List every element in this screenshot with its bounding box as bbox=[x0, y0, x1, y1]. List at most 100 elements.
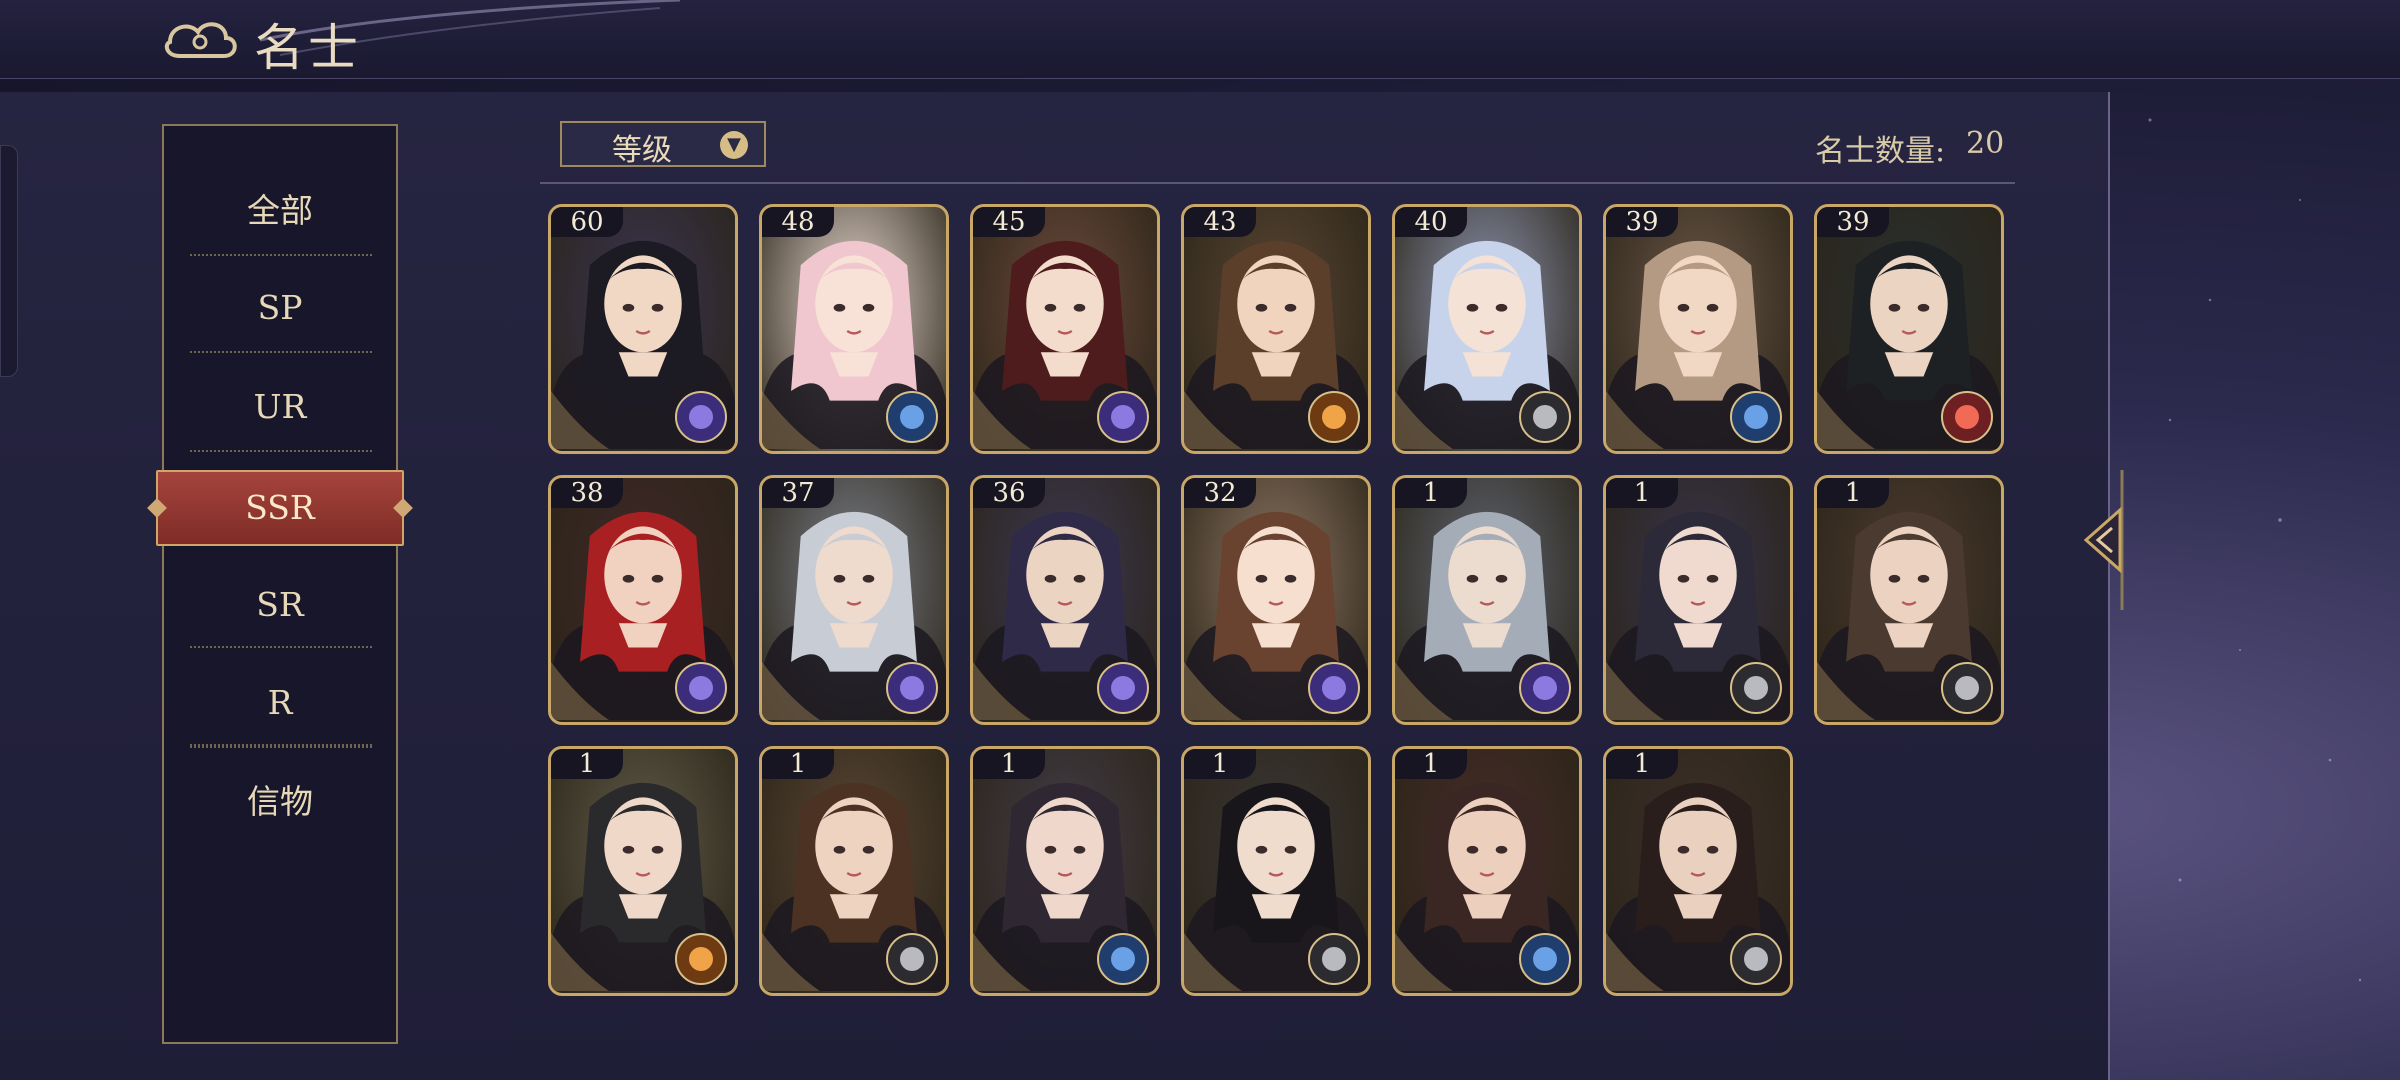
badge-core bbox=[1533, 676, 1557, 700]
divider bbox=[190, 450, 372, 452]
level-label: 1 bbox=[551, 749, 623, 779]
level-label: 40 bbox=[1395, 207, 1467, 237]
level-label: 1 bbox=[1184, 749, 1256, 779]
level-label: 1 bbox=[1395, 478, 1467, 508]
badge-core bbox=[1322, 947, 1346, 971]
badge-core bbox=[1744, 676, 1768, 700]
level-label: 45 bbox=[973, 207, 1045, 237]
character-card[interactable]: 60 bbox=[548, 204, 738, 454]
character-card[interactable]: 39 bbox=[1814, 204, 2004, 454]
side-arrow-icon[interactable] bbox=[2076, 470, 2136, 610]
divider bbox=[190, 351, 372, 353]
hero-count-label: 名士数量: bbox=[1815, 134, 1946, 169]
badge-core bbox=[1111, 405, 1135, 429]
page-title: 名士 bbox=[254, 19, 362, 77]
character-card[interactable]: 38 bbox=[548, 475, 738, 725]
grey-compass-icon bbox=[1730, 662, 1782, 714]
character-card[interactable]: 1 bbox=[1392, 475, 1582, 725]
sort-dropdown[interactable]: 等级 ▼ bbox=[560, 121, 766, 168]
blue-globe-icon bbox=[886, 391, 938, 443]
grey-compass-icon bbox=[1941, 662, 1993, 714]
level-label: 43 bbox=[1184, 207, 1256, 237]
left-edge-tab[interactable] bbox=[0, 145, 18, 377]
level-label: 39 bbox=[1817, 207, 1889, 237]
level-label: 39 bbox=[1606, 207, 1678, 237]
category-sidebar: 全部 SP UR SR R 信物 bbox=[162, 124, 398, 1044]
level-label: 1 bbox=[1606, 478, 1678, 508]
purple-globe-icon bbox=[1097, 662, 1149, 714]
character-card[interactable]: 1 bbox=[1603, 475, 1793, 725]
category-ssr[interactable]: SSR bbox=[156, 470, 404, 546]
purple-globe-icon bbox=[1519, 662, 1571, 714]
grey-compass-icon bbox=[1519, 391, 1571, 443]
badge-core bbox=[900, 676, 924, 700]
badge-core bbox=[689, 947, 713, 971]
divider bbox=[190, 254, 372, 256]
purple-globe-icon bbox=[886, 662, 938, 714]
level-label: 36 bbox=[973, 478, 1045, 508]
blue-globe-icon bbox=[1097, 933, 1149, 985]
chevron-down-icon: ▼ bbox=[720, 131, 748, 159]
badge-core bbox=[900, 947, 924, 971]
level-label: 1 bbox=[973, 749, 1045, 779]
badge-core bbox=[1533, 405, 1557, 429]
level-label: 1 bbox=[1817, 478, 1889, 508]
grey-compass-icon bbox=[1308, 933, 1360, 985]
badge-core bbox=[1955, 676, 1979, 700]
character-card[interactable]: 36 bbox=[970, 475, 1160, 725]
header-rule bbox=[540, 182, 2015, 184]
orange-globe-icon bbox=[675, 933, 727, 985]
purple-globe-icon bbox=[1097, 391, 1149, 443]
blue-globe-icon bbox=[1519, 933, 1571, 985]
character-card[interactable]: 1 bbox=[1181, 746, 1371, 996]
category-r[interactable]: R bbox=[164, 654, 396, 752]
badge-core bbox=[900, 405, 924, 429]
character-card[interactable]: 40 bbox=[1392, 204, 1582, 454]
character-card[interactable]: 37 bbox=[759, 475, 949, 725]
cloud-swirl-icon bbox=[164, 22, 237, 58]
level-label: 1 bbox=[762, 749, 834, 779]
sort-label: 等级 bbox=[612, 133, 672, 168]
character-card[interactable]: 1 bbox=[548, 746, 738, 996]
orange-globe-icon bbox=[1308, 391, 1360, 443]
purple-globe-icon bbox=[1308, 662, 1360, 714]
category-all[interactable]: 全部 bbox=[164, 162, 396, 260]
category-ur[interactable]: UR bbox=[164, 358, 396, 456]
character-card[interactable]: 45 bbox=[970, 204, 1160, 454]
level-label: 48 bbox=[762, 207, 834, 237]
level-label: 38 bbox=[551, 478, 623, 508]
category-sp[interactable]: SP bbox=[164, 259, 396, 357]
level-label: 37 bbox=[762, 478, 834, 508]
category-token[interactable]: 信物 bbox=[164, 753, 396, 851]
top-bar: 名士 bbox=[0, 0, 2400, 79]
red-globe-icon bbox=[1941, 391, 1993, 443]
badge-core bbox=[1322, 405, 1346, 429]
character-card[interactable]: 1 bbox=[1814, 475, 2004, 725]
character-card[interactable]: 1 bbox=[1603, 746, 1793, 996]
purple-globe-icon bbox=[675, 391, 727, 443]
character-grid: 60 48 45 43 40 39 39 38 37 36 32 1 1 1 1… bbox=[548, 204, 2008, 1004]
character-card[interactable]: 39 bbox=[1603, 204, 1793, 454]
character-card[interactable]: 48 bbox=[759, 204, 949, 454]
blue-globe-icon bbox=[1730, 391, 1782, 443]
badge-core bbox=[1322, 676, 1346, 700]
character-card[interactable]: 32 bbox=[1181, 475, 1371, 725]
category-sr[interactable]: SR bbox=[164, 556, 396, 654]
badge-core bbox=[1744, 405, 1768, 429]
level-label: 1 bbox=[1395, 749, 1467, 779]
badge-core bbox=[1955, 405, 1979, 429]
grey-compass-icon bbox=[886, 933, 938, 985]
badge-core bbox=[1111, 676, 1135, 700]
level-label: 60 bbox=[551, 207, 623, 237]
character-card[interactable]: 1 bbox=[970, 746, 1160, 996]
level-label: 32 bbox=[1184, 478, 1256, 508]
purple-globe-icon bbox=[675, 662, 727, 714]
character-card[interactable]: 1 bbox=[759, 746, 949, 996]
level-label: 1 bbox=[1606, 749, 1678, 779]
character-card[interactable]: 1 bbox=[1392, 746, 1582, 996]
hero-count-value: 20 bbox=[1966, 126, 2005, 161]
category-ssr-label: SSR bbox=[245, 488, 315, 527]
divider bbox=[190, 746, 372, 748]
character-card[interactable]: 43 bbox=[1181, 204, 1371, 454]
badge-core bbox=[689, 676, 713, 700]
